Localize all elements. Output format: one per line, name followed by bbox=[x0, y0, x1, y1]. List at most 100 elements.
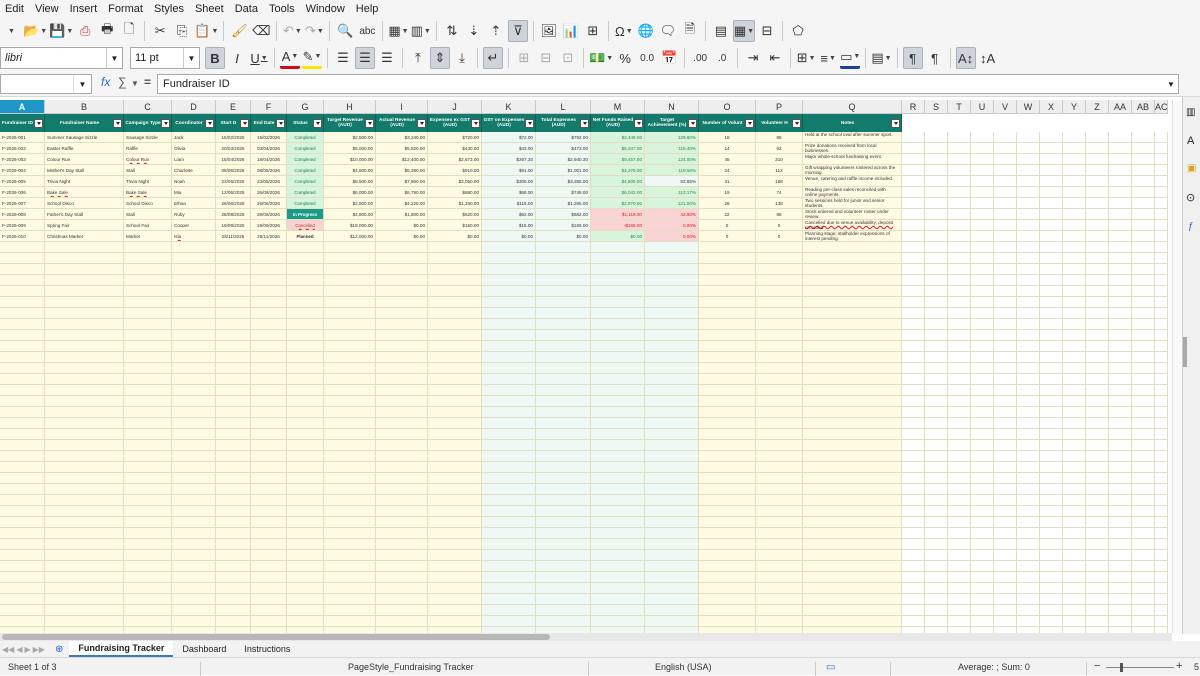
cell[interactable] bbox=[482, 495, 536, 506]
cell[interactable] bbox=[1040, 264, 1063, 275]
cell[interactable] bbox=[902, 187, 925, 198]
cell[interactable] bbox=[994, 275, 1017, 286]
cell[interactable] bbox=[1040, 451, 1063, 462]
cell[interactable] bbox=[699, 352, 756, 363]
cell[interactable] bbox=[216, 429, 251, 440]
cell[interactable] bbox=[756, 352, 803, 363]
cell[interactable] bbox=[591, 429, 645, 440]
cell[interactable]: Ethan bbox=[172, 198, 216, 209]
cell[interactable] bbox=[925, 253, 948, 264]
cell[interactable] bbox=[376, 418, 428, 429]
cell[interactable] bbox=[1109, 429, 1132, 440]
cell[interactable] bbox=[1040, 319, 1063, 330]
cell[interactable] bbox=[287, 583, 324, 594]
cell[interactable] bbox=[1132, 429, 1155, 440]
font-size-box[interactable]: 11 pt ▼ bbox=[130, 47, 200, 69]
cell[interactable]: $0.00 bbox=[376, 220, 428, 231]
cell[interactable] bbox=[1155, 319, 1168, 330]
wrap-text-icon[interactable]: ↵ bbox=[483, 47, 503, 69]
cell[interactable] bbox=[376, 330, 428, 341]
cell[interactable] bbox=[251, 616, 287, 627]
cell[interactable]: Cancelled due to venue availability; dep… bbox=[803, 220, 902, 231]
cell[interactable] bbox=[699, 396, 756, 407]
cell[interactable] bbox=[124, 594, 172, 605]
cell[interactable] bbox=[1063, 363, 1086, 374]
zoom-level[interactable]: 5 bbox=[1194, 662, 1199, 672]
cell[interactable] bbox=[1132, 495, 1155, 506]
cell[interactable] bbox=[925, 440, 948, 451]
cell[interactable] bbox=[1063, 165, 1086, 176]
cell[interactable] bbox=[1017, 132, 1040, 143]
cell[interactable]: Jack bbox=[172, 132, 216, 143]
cell[interactable] bbox=[287, 264, 324, 275]
cell[interactable] bbox=[216, 242, 251, 253]
cell[interactable] bbox=[216, 440, 251, 451]
cell[interactable] bbox=[925, 429, 948, 440]
cell[interactable] bbox=[216, 473, 251, 484]
cell[interactable] bbox=[251, 561, 287, 572]
cell[interactable] bbox=[1155, 341, 1168, 352]
cell[interactable] bbox=[287, 308, 324, 319]
spelling-icon[interactable]: abc bbox=[357, 20, 377, 42]
cell[interactable] bbox=[925, 220, 948, 231]
cell[interactable] bbox=[591, 242, 645, 253]
cell[interactable] bbox=[1109, 539, 1132, 550]
column-header-e[interactable]: E bbox=[216, 100, 251, 114]
cell[interactable] bbox=[1109, 528, 1132, 539]
cell[interactable] bbox=[1155, 429, 1168, 440]
cell[interactable] bbox=[591, 616, 645, 627]
cell[interactable] bbox=[428, 429, 482, 440]
cell[interactable]: Bake Sale bbox=[124, 187, 172, 198]
cell[interactable]: 20/03/2026 bbox=[216, 143, 251, 154]
cell[interactable] bbox=[971, 374, 994, 385]
cell[interactable] bbox=[1086, 440, 1109, 451]
open-icon[interactable]: 📂 ▼ bbox=[23, 20, 47, 42]
cell[interactable] bbox=[1132, 451, 1155, 462]
cell[interactable] bbox=[376, 561, 428, 572]
autofilter-dropdown-icon[interactable] bbox=[417, 119, 426, 128]
cell[interactable] bbox=[971, 517, 994, 528]
cell[interactable] bbox=[124, 341, 172, 352]
zoom-slider-handle[interactable] bbox=[1120, 663, 1123, 672]
cell[interactable] bbox=[124, 330, 172, 341]
cell[interactable] bbox=[216, 594, 251, 605]
cell[interactable] bbox=[902, 220, 925, 231]
cell[interactable] bbox=[0, 330, 45, 341]
cell[interactable] bbox=[994, 550, 1017, 561]
cell[interactable]: $6,042.00 bbox=[591, 187, 645, 198]
cell[interactable] bbox=[172, 462, 216, 473]
status-badge[interactable]: Completed bbox=[287, 143, 324, 154]
cell[interactable] bbox=[428, 385, 482, 396]
cell[interactable] bbox=[376, 253, 428, 264]
cell[interactable] bbox=[1063, 407, 1086, 418]
cell[interactable] bbox=[1086, 583, 1109, 594]
cell[interactable] bbox=[482, 473, 536, 484]
cell[interactable]: $680.00 bbox=[428, 187, 482, 198]
cell[interactable]: $43.00 bbox=[482, 143, 536, 154]
zoom-slider[interactable] bbox=[1106, 667, 1174, 668]
column-header-o[interactable]: O bbox=[699, 100, 756, 114]
cell[interactable]: $4,605.00 bbox=[591, 176, 645, 187]
cell[interactable] bbox=[124, 473, 172, 484]
cell[interactable]: 121.00% bbox=[645, 198, 699, 209]
cell[interactable] bbox=[0, 517, 45, 528]
cell[interactable] bbox=[645, 495, 699, 506]
cell[interactable] bbox=[1040, 352, 1063, 363]
cell[interactable] bbox=[45, 275, 124, 286]
cell[interactable] bbox=[1017, 550, 1040, 561]
cell[interactable] bbox=[971, 363, 994, 374]
cell[interactable]: 26/06/2026 bbox=[251, 187, 287, 198]
cell[interactable] bbox=[482, 484, 536, 495]
cell[interactable] bbox=[803, 385, 902, 396]
cell[interactable] bbox=[1109, 242, 1132, 253]
cell[interactable] bbox=[1132, 374, 1155, 385]
cell[interactable] bbox=[994, 605, 1017, 616]
cell[interactable]: $68.00 bbox=[482, 187, 536, 198]
cell[interactable] bbox=[645, 330, 699, 341]
cell[interactable] bbox=[124, 308, 172, 319]
cell[interactable] bbox=[803, 330, 902, 341]
sheet-tab-instructions[interactable]: Instructions bbox=[235, 641, 299, 657]
increase-indent-icon[interactable]: ⇥ bbox=[743, 47, 763, 69]
cell[interactable]: 113.17% bbox=[645, 187, 699, 198]
sheet-tab-dashboard[interactable]: Dashboard bbox=[173, 641, 235, 657]
